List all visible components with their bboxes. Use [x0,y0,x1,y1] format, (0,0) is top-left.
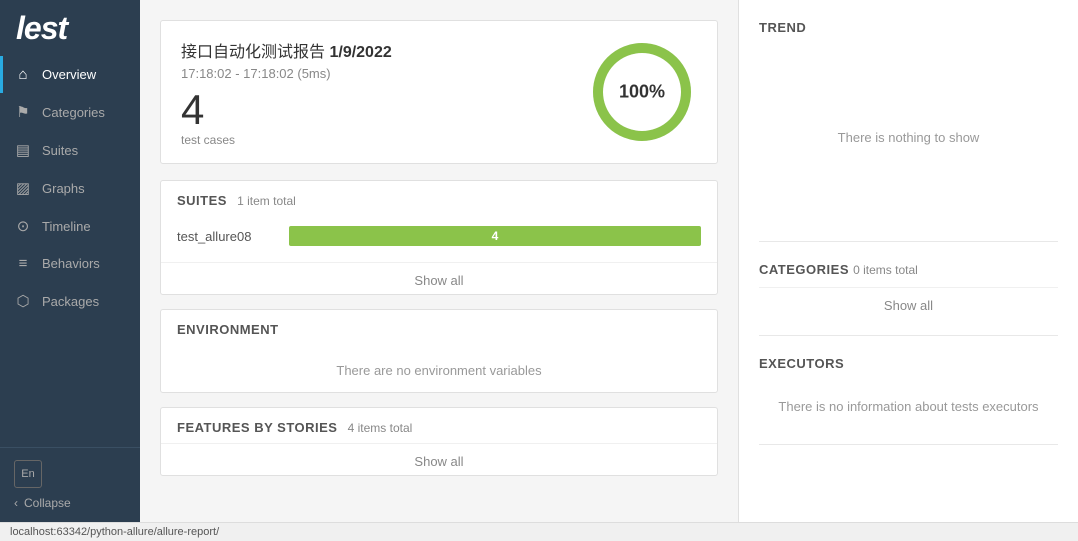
sidebar-item-categories[interactable]: ⚑ Categories [0,93,140,131]
report-time-range: 17:18:02 - 17:18:02 (5ms) [181,66,392,81]
language-button[interactable]: En [14,460,42,488]
suites-show-all-button[interactable]: Show all [406,271,471,290]
features-count: 4 items total [348,421,413,435]
suite-bar-wrapper: 4 [289,226,701,246]
main-content: 接口自动化测试报告 1/9/2022 17:18:02 - 17:18:02 (… [140,0,1078,522]
trend-empty: There is nothing to show [838,112,980,159]
features-show-all-row: Show all [161,443,717,475]
environment-header: ENVIRONMENT [161,310,717,345]
features-header: FEATURES BY STORIES 4 items total [161,408,717,443]
categories-right-title: CATEGORIES 0 items total [759,262,1058,277]
sidebar-item-behaviors[interactable]: ≡ Behaviors [0,245,140,282]
test-cases-label: test cases [181,133,392,147]
sidebar-label-packages: Packages [42,294,99,309]
environment-card: ENVIRONMENT There are no environment var… [160,309,718,393]
suites-body: test_allure08 4 [161,216,717,262]
trend-section: TREND There is nothing to show [759,20,1058,242]
flag-icon: ⚑ [14,103,32,121]
collapse-button[interactable]: ‹ Collapse [14,496,126,510]
suite-bar: 4 [289,226,701,246]
sidebar: lest ⌂ Overview ⚑ Categories ▤ Suites ▨ … [0,0,140,522]
suites-header: SUITES 1 item total [161,181,717,216]
sidebar-label-categories: Categories [42,105,105,120]
executors-empty: There is no information about tests exec… [759,381,1058,428]
sidebar-label-timeline: Timeline [42,219,91,234]
report-header-card: 接口自动化测试报告 1/9/2022 17:18:02 - 17:18:02 (… [160,20,718,164]
right-panel: TREND There is nothing to show CATEGORIE… [738,0,1078,522]
suite-name: test_allure08 [177,229,277,244]
executors-section: EXECUTORS There is no information about … [759,356,1058,445]
suites-card: SUITES 1 item total test_allure08 4 Sh [160,180,718,295]
features-card: FEATURES BY STORIES 4 items total Show a… [160,407,718,476]
sidebar-label-graphs: Graphs [42,181,85,196]
left-panel: 接口自动化测试报告 1/9/2022 17:18:02 - 17:18:02 (… [140,0,738,522]
sidebar-item-packages[interactable]: ⬡ Packages [0,282,140,320]
home-icon: ⌂ [14,66,32,83]
sidebar-item-timeline[interactable]: ⊙ Timeline [0,207,140,245]
report-title: 接口自动化测试报告 1/9/2022 [181,38,392,62]
sidebar-item-suites[interactable]: ▤ Suites [0,131,140,169]
suites-count: 1 item total [237,194,296,208]
features-show-all-button[interactable]: Show all [406,452,471,471]
app-logo: lest [0,0,140,52]
graphs-icon: ▨ [14,179,32,197]
sidebar-label-behaviors: Behaviors [42,256,100,271]
sidebar-footer: En ‹ Collapse [0,447,140,522]
sidebar-label-overview: Overview [42,67,96,82]
sidebar-item-overview[interactable]: ⌂ Overview [0,56,140,93]
pass-percent-label: 100% [619,82,665,103]
trend-area: There is nothing to show [759,45,1058,225]
categories-right-count: 0 items total [853,263,918,277]
executors-title: EXECUTORS [759,356,1058,371]
packages-icon: ⬡ [14,292,32,310]
test-count: 4 [181,89,392,131]
environment-empty: There are no environment variables [161,345,717,392]
pass-rate-donut: 100% [587,37,697,147]
sidebar-label-suites: Suites [42,143,78,158]
status-bar: localhost:63342/python-allure/allure-rep… [0,522,1078,541]
chevron-left-icon: ‹ [14,496,18,510]
categories-show-all-row: Show all [759,287,1058,319]
suites-show-all-row: Show all [161,262,717,294]
behaviors-icon: ≡ [14,255,32,272]
categories-show-all-button[interactable]: Show all [876,296,941,315]
sidebar-nav: ⌂ Overview ⚑ Categories ▤ Suites ▨ Graph… [0,52,140,447]
suite-row: test_allure08 4 [177,220,701,252]
timeline-icon: ⊙ [14,217,32,235]
report-title-block: 接口自动化测试报告 1/9/2022 17:18:02 - 17:18:02 (… [181,38,392,147]
categories-right-section: CATEGORIES 0 items total Show all [759,262,1058,336]
suites-icon: ▤ [14,141,32,159]
sidebar-item-graphs[interactable]: ▨ Graphs [0,169,140,207]
trend-title: TREND [759,20,1058,35]
